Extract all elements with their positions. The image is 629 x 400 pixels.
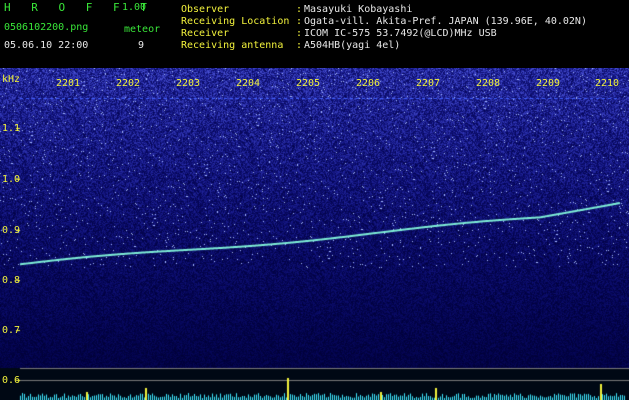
- antenna-label: Receiving antenna: [181, 40, 284, 51]
- freq-unit-label: kHz: [2, 74, 21, 85]
- receiver-label: Receiver: [181, 28, 230, 39]
- time-tick-label: 2207: [416, 78, 441, 89]
- time-tick-label: 2208: [476, 78, 501, 89]
- freq-tick-label: 0.9: [2, 225, 21, 236]
- file-name: 0506102200.png: [4, 22, 89, 33]
- time-tick-label: 2205: [296, 78, 321, 89]
- location-label: Receiving Location: [181, 16, 290, 27]
- location-separator: :: [296, 16, 303, 27]
- location-value: Ogata-vill. Akita-Pref. JAPAN (139.96E, …: [304, 16, 587, 27]
- observation-datetime: 05.06.10 22:00: [4, 40, 89, 51]
- app-version: 1.00: [122, 2, 147, 13]
- meteor-count: 9: [138, 40, 145, 51]
- freq-tick-label: 1.0: [2, 174, 21, 185]
- time-tick-label: 2206: [356, 78, 381, 89]
- time-tick-label: 2210: [595, 78, 620, 89]
- receiver-value: ICOM IC-575 53.7492(@LCD)MHz USB: [304, 28, 497, 39]
- time-tick-label: 2209: [536, 78, 561, 89]
- freq-tick-label: 0.8: [2, 275, 21, 286]
- time-tick-label: 2203: [176, 78, 201, 89]
- observer-separator: :: [296, 4, 303, 15]
- time-tick-label: 2202: [116, 78, 141, 89]
- freq-tick-label: 0.7: [2, 325, 21, 336]
- antenna-value: A504HB(yagi 4el): [304, 40, 401, 51]
- time-tick-label: 2201: [56, 78, 81, 89]
- spectrogram-plot: kHz 1.1 1.0 0.9 0.8 0.7 0.6 2201 2202 22…: [0, 68, 629, 400]
- header-panel: H R O F F T 1.00 0506102200.png meteor 0…: [0, 0, 629, 68]
- freq-tick-label: 1.1: [2, 123, 21, 134]
- meteor-label: meteor: [124, 24, 161, 35]
- receiver-separator: :: [296, 28, 303, 39]
- spectrogram-overlay: [0, 68, 629, 400]
- freq-tick-label: 0.6: [2, 375, 21, 386]
- time-tick-label: 2204: [236, 78, 261, 89]
- observer-label: Observer: [181, 4, 230, 15]
- antenna-separator: :: [296, 40, 303, 51]
- observer-value: Masayuki Kobayashi: [304, 4, 413, 15]
